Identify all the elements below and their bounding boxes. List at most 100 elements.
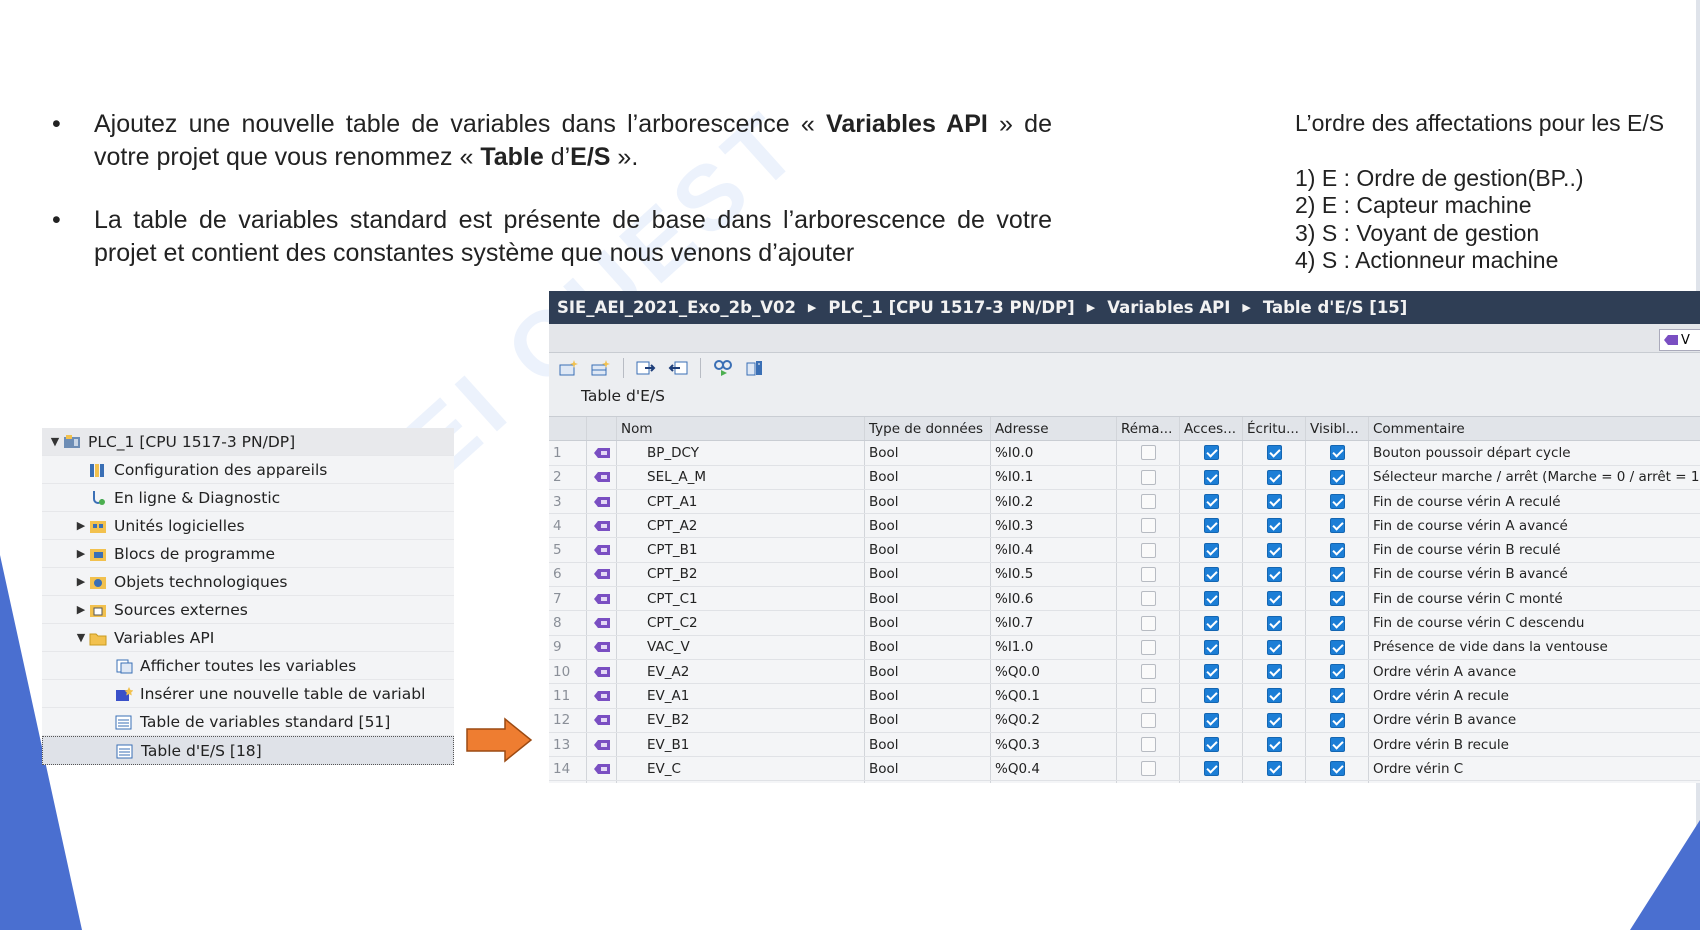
visible-checkbox[interactable] [1329,737,1345,752]
retain-checkbox[interactable] [1140,615,1156,631]
address-cell[interactable]: %I0.2 [991,489,1117,514]
comment-cell[interactable]: Ordre vérin A recule [1369,684,1699,707]
comment-cell[interactable]: Ordre vérin C [1369,757,1699,780]
visible-checkbox[interactable] [1329,615,1345,631]
breadcrumb-item[interactable]: SIE_AEI_2021_Exo_2b_V02 [557,298,796,317]
tree-item-add-tag-table[interactable]: Insérer une nouvelle table de variabl [42,680,454,708]
retain-checkbox[interactable] [1140,639,1156,655]
retain-checkbox[interactable] [1140,542,1156,558]
header-cell-name[interactable]: Nom [617,417,865,441]
table-row[interactable]: 9 VAC_V Bool %I1.0 Présence de vide dans la … [549,635,1700,660]
write-checkbox[interactable] [1266,591,1282,607]
table-row[interactable]: 5 CPT_B1 Bool %I0.4 Fin de course vérin B re… [549,538,1700,563]
tree-item-plc[interactable]: ▼ PLC_1 [CPU 1517-3 PN/DP] [42,428,454,456]
visible-checkbox[interactable] [1329,494,1345,510]
header-cell-access[interactable]: Acces... [1180,417,1243,441]
write-checkbox[interactable] [1266,566,1282,582]
user-variables-tab[interactable]: V [1659,329,1700,351]
visible-checkbox[interactable] [1329,712,1345,728]
write-checkbox[interactable] [1266,469,1282,485]
address-cell[interactable]: %I0.0 [991,441,1117,465]
table-row[interactable]: 12 EV_B2 Bool %Q0.2 Ordre vérin B avance [549,708,1700,733]
table-row[interactable]: 7 CPT_C1 Bool %I0.6 Fin de course vérin C mo… [549,587,1700,612]
retain-checkbox[interactable] [1140,664,1156,680]
breadcrumb-item[interactable]: Table d'E/S [15] [1263,298,1408,317]
tag-name-cell[interactable]: CPT_B1 [617,538,865,562]
retain-checkbox[interactable] [1140,518,1156,534]
tree-item-software-units[interactable]: ▶ Unités logicielles [42,512,454,540]
table-row[interactable]: 15 EV_VBool%Q0.5 Venturi V [549,781,1700,783]
write-checkbox[interactable] [1266,542,1282,558]
comment-cell[interactable]: Fin de course vérin C monté [1369,587,1699,610]
visible-checkbox[interactable] [1329,518,1345,534]
comment-cell[interactable]: Venturi V [1369,781,1699,783]
address-cell[interactable]: %Q0.1 [991,684,1117,708]
data-type-cell[interactable]: Bool [865,659,991,684]
tag-name-cell[interactable]: CPT_A1 [617,489,865,514]
tag-name-cell[interactable]: EV_B1 [617,732,865,757]
table-row[interactable]: 4 CPT_A2 Bool %I0.3 Fin de course vérin A av… [549,514,1700,539]
write-checkbox[interactable] [1266,518,1282,534]
comment-cell[interactable]: Fin de course vérin C descendu [1369,611,1699,634]
data-type-cell[interactable]: Bool [865,708,991,732]
write-checkbox[interactable] [1266,494,1282,510]
visible-checkbox[interactable] [1329,664,1345,680]
tag-name-cell[interactable]: EV_C [617,757,865,781]
retain-checkbox[interactable] [1140,566,1156,582]
breadcrumb-item[interactable]: Variables API [1107,298,1230,317]
tree-item-online-diagnostic[interactable]: En ligne & Diagnostic [42,484,454,512]
data-type-cell[interactable]: Bool [865,781,991,783]
monitor-icon[interactable] [711,357,735,379]
address-cell[interactable]: %I1.0 [991,635,1117,659]
access-checkbox[interactable] [1203,664,1219,680]
expand-arrow-icon[interactable]: ▼ [48,435,62,448]
address-cell[interactable]: %I0.5 [991,562,1117,587]
table-row[interactable]: 8 CPT_C2 Bool %I0.7 Fin de course vérin C de… [549,611,1700,636]
tree-item-show-all-tags[interactable]: Afficher toutes les variables [42,652,454,680]
retain-checkbox[interactable] [1140,494,1156,510]
comment-cell[interactable]: Ordre vérin A avance [1369,660,1699,683]
address-cell[interactable]: %Q0.5 [991,781,1117,783]
tree-item-device-config[interactable]: Configuration des appareils [42,456,454,484]
data-type-cell[interactable]: Bool [865,465,991,489]
comment-cell[interactable]: Présence de vide dans la ventouse [1369,636,1699,659]
expand-arrow-icon[interactable]: ▶ [74,603,88,616]
visible-checkbox[interactable] [1329,566,1345,582]
retain-checkbox[interactable] [1140,761,1156,777]
address-cell[interactable]: %Q0.0 [991,659,1117,684]
access-checkbox[interactable] [1203,712,1219,728]
access-checkbox[interactable] [1203,566,1219,582]
write-checkbox[interactable] [1266,445,1282,461]
access-checkbox[interactable] [1203,494,1219,510]
write-checkbox[interactable] [1266,615,1282,631]
visible-checkbox[interactable] [1329,542,1345,558]
tag-name-cell[interactable]: EV_B2 [617,708,865,732]
retain-checkbox[interactable] [1140,688,1156,704]
access-checkbox[interactable] [1203,615,1219,631]
data-type-cell[interactable]: Bool [865,489,991,514]
tag-name-cell[interactable]: EV_V [617,781,865,783]
table-row[interactable]: 2 SEL_A_M Bool %I0.1 Sélecteur marche / arrê… [549,465,1700,490]
access-checkbox[interactable] [1203,591,1219,607]
import-icon[interactable] [666,357,690,379]
comment-cell[interactable]: Bouton poussoir départ cycle [1369,441,1699,464]
access-checkbox[interactable] [1203,737,1219,752]
comment-cell[interactable]: Fin de course vérin B avancé [1369,563,1699,586]
access-checkbox[interactable] [1203,445,1219,461]
visible-checkbox[interactable] [1329,639,1345,655]
header-cell-retain[interactable]: Réma... [1117,417,1180,441]
write-checkbox[interactable] [1266,737,1282,752]
tag-name-cell[interactable]: VAC_V [617,635,865,659]
tag-name-cell[interactable]: EV_A1 [617,684,865,708]
data-type-cell[interactable]: Bool [865,635,991,659]
tree-item-technology-objects[interactable]: ▶ Objets technologiques [42,568,454,596]
tag-name-cell[interactable]: CPT_C1 [617,587,865,611]
expand-arrow-icon[interactable]: ▶ [74,547,88,560]
add-row-icon[interactable] [557,357,581,379]
address-cell[interactable]: %Q0.3 [991,732,1117,757]
data-type-cell[interactable]: Bool [865,514,991,538]
tree-item-program-blocks[interactable]: ▶ Blocs de programme [42,540,454,568]
access-checkbox[interactable] [1203,518,1219,534]
access-checkbox[interactable] [1203,469,1219,485]
address-cell[interactable]: %Q0.4 [991,757,1117,781]
